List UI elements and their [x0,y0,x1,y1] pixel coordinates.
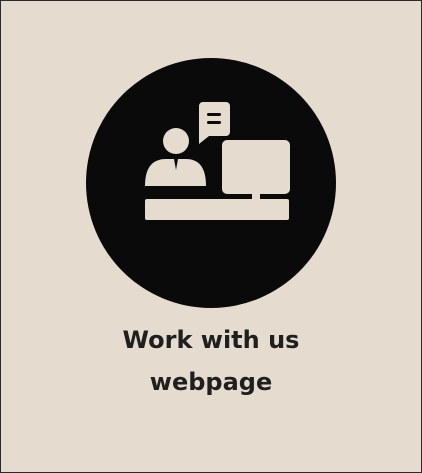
card-title-line2: webpage [149,368,273,396]
card-title: Work with us webpage [1,319,421,403]
monitor-icon [222,140,290,204]
desk [145,199,289,220]
card-title-line1: Work with us [122,326,300,354]
person-head [163,128,189,154]
person-at-computer-chat-icon [86,58,336,308]
person-body [145,159,206,186]
speech-bubble-icon [199,102,230,144]
work-with-us-card[interactable]: Work with us webpage [0,0,422,473]
